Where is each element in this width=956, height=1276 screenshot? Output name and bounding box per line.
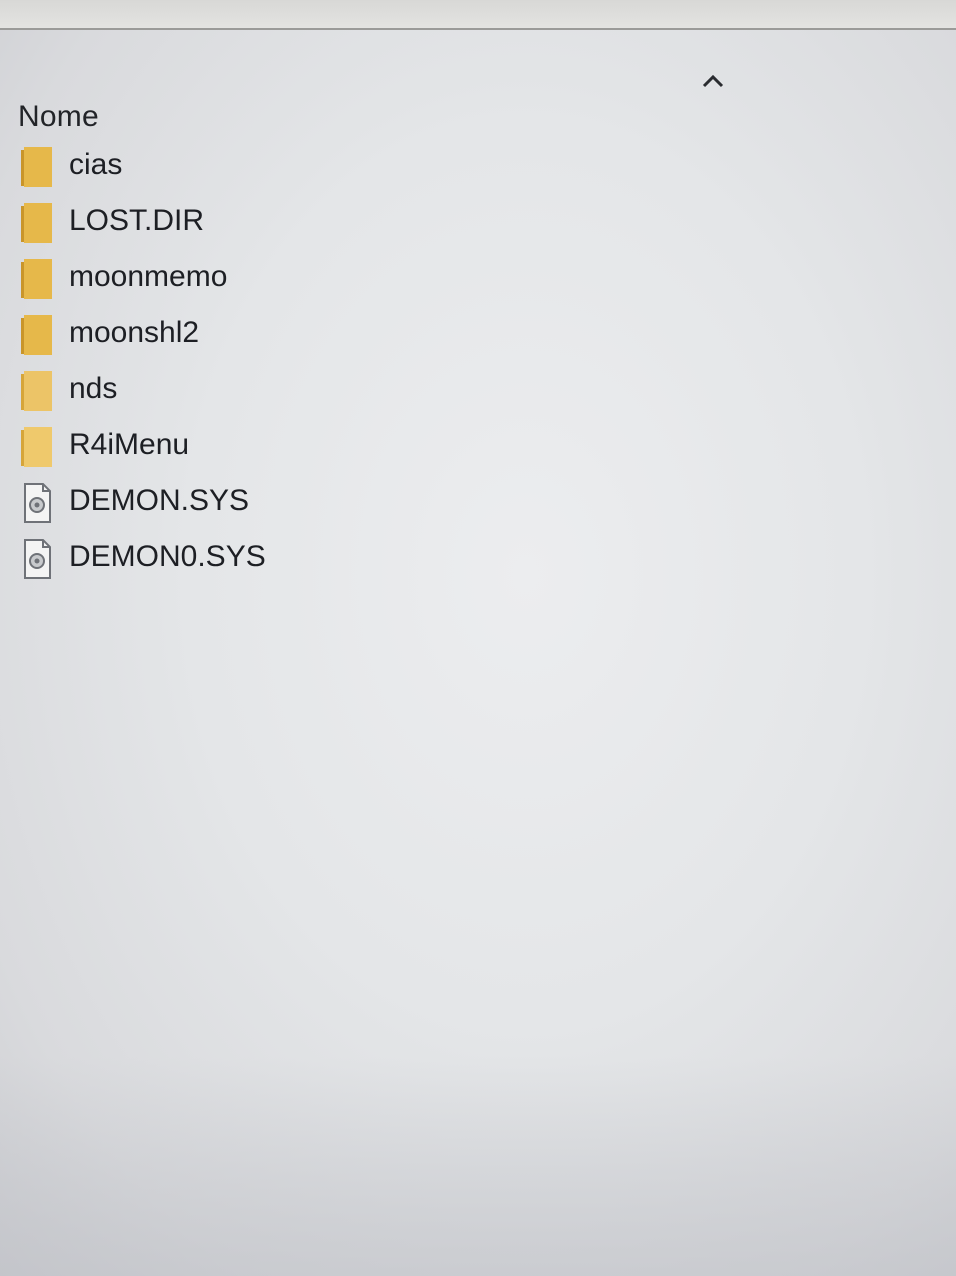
column-header-name[interactable]: Nome xyxy=(18,100,99,134)
list-item-r4imenu[interactable]: R4iMenu xyxy=(0,418,956,474)
list-item-demon-sys[interactable]: DEMON.SYS xyxy=(0,474,956,530)
list-item-moonshl2[interactable]: moonshl2 xyxy=(0,306,956,362)
list-item-moonmemo[interactable]: moonmemo xyxy=(0,250,956,306)
file-name: DEMON.SYS xyxy=(69,484,250,517)
file-name: nds xyxy=(69,372,118,405)
folder-icon xyxy=(21,427,52,467)
list-header: Nome xyxy=(0,30,956,133)
folder-icon xyxy=(21,371,52,411)
file-name: moonmemo xyxy=(69,260,228,293)
file-name: LOST.DIR xyxy=(69,204,205,237)
list-item-demon0-sys[interactable]: DEMON0.SYS xyxy=(0,530,956,586)
file-list: cias LOST.DIR moonmemo moonshl2 nds R4iM… xyxy=(0,138,956,586)
file-name: cias xyxy=(69,148,123,181)
list-item-lost-dir[interactable]: LOST.DIR xyxy=(0,194,956,250)
file-name: R4iMenu xyxy=(69,428,190,461)
folder-icon xyxy=(21,315,52,355)
file-name: DEMON0.SYS xyxy=(69,540,266,573)
folder-icon xyxy=(21,259,52,299)
system-file-icon xyxy=(24,539,51,579)
screen-shading xyxy=(0,1056,956,1276)
file-name: moonshl2 xyxy=(69,316,200,349)
folder-icon xyxy=(21,147,52,187)
window-top-edge xyxy=(0,0,956,30)
list-item-cias[interactable]: cias xyxy=(0,138,956,194)
system-file-icon xyxy=(24,483,51,523)
folder-icon xyxy=(21,203,52,243)
chevron-up-icon[interactable] xyxy=(702,74,724,88)
list-item-nds[interactable]: nds xyxy=(0,362,956,418)
